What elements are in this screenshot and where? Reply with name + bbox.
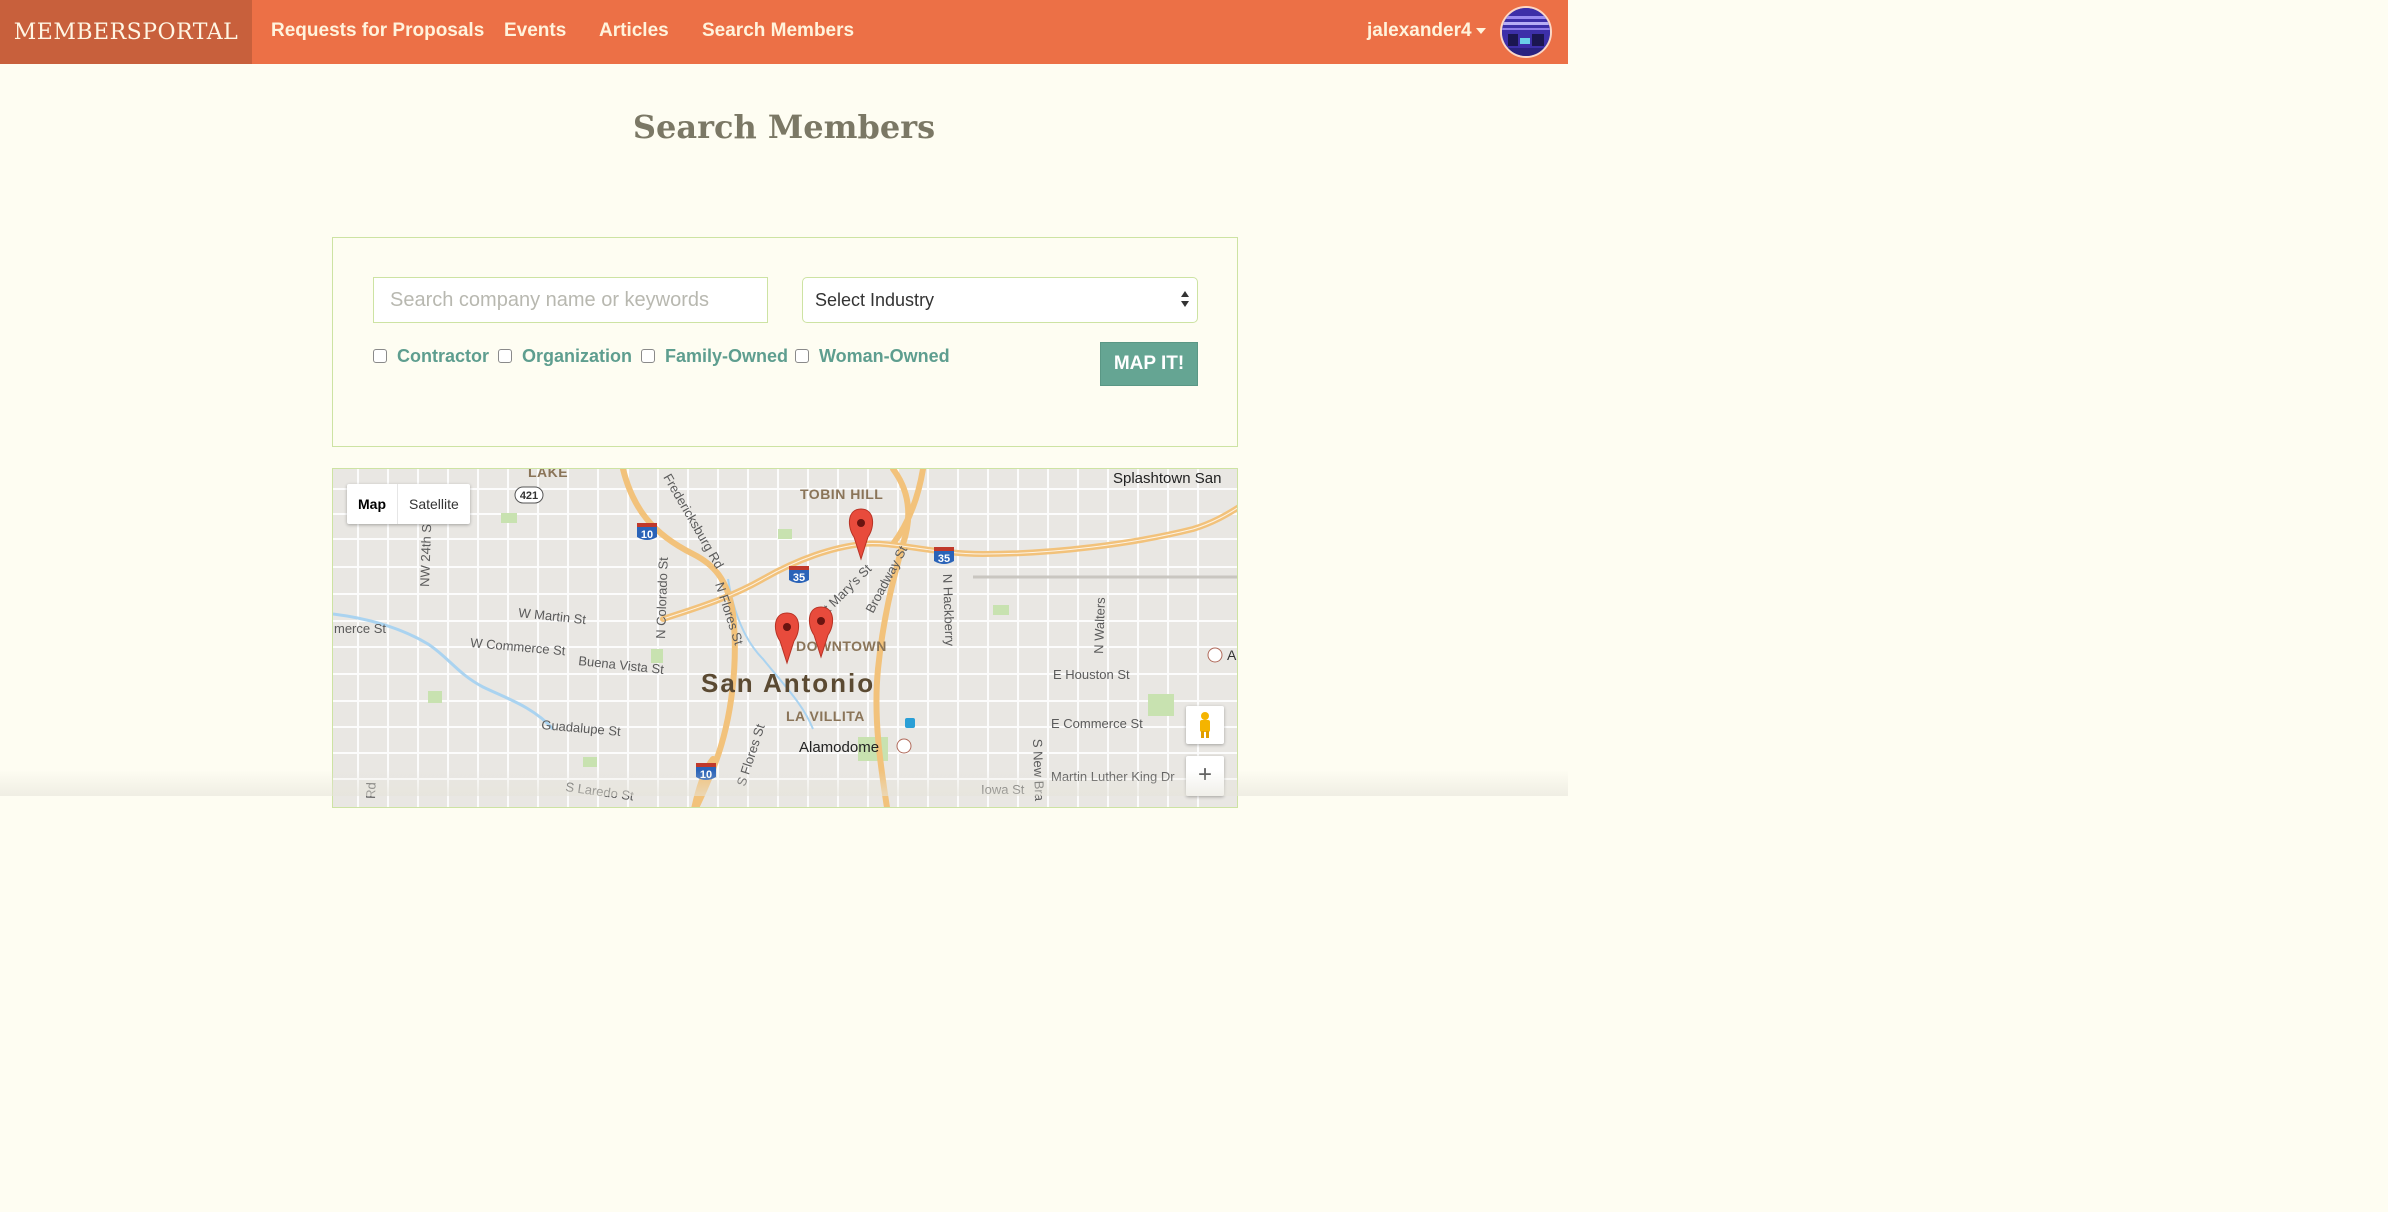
svg-text:421: 421 (520, 490, 538, 502)
street-view-pegman-icon[interactable] (1186, 706, 1224, 744)
filter-label: Woman-Owned (819, 345, 950, 366)
svg-text:N Walters: N Walters (1091, 597, 1108, 655)
nav-link-requests-for-proposals[interactable]: Requests for Proposals (271, 0, 484, 64)
svg-text:Alamodome: Alamodome (799, 739, 879, 756)
map-city-label: San Antonio (701, 668, 875, 698)
highway-shield-421: 421 (514, 486, 544, 504)
svg-text:NW 24th St: NW 24th St (417, 520, 434, 587)
svg-text:10: 10 (700, 769, 712, 781)
svg-text:E Houston St: E Houston St (1053, 667, 1130, 682)
map-it-button[interactable]: MAP IT! (1100, 342, 1198, 386)
username-label: jalexander4 (1367, 20, 1472, 41)
svg-text:merce St: merce St (334, 621, 386, 636)
select-arrows-icon (1181, 291, 1191, 311)
highway-shield-35b: 35 (934, 547, 954, 565)
svg-text:35: 35 (793, 572, 805, 584)
user-menu[interactable]: jalexander4 (1367, 0, 1486, 64)
filter-label: Family-Owned (665, 345, 789, 366)
contractor-checkbox[interactable] (373, 349, 387, 363)
svg-text:S New Bra: S New Bra (1030, 739, 1047, 802)
woman-owned-checkbox[interactable] (795, 349, 809, 363)
avatar[interactable] (1500, 6, 1552, 58)
svg-text:10: 10 (641, 529, 653, 541)
highway-shield-35: 35 (789, 566, 809, 584)
svg-text:LA VILLITA: LA VILLITA (786, 708, 865, 724)
industry-select[interactable]: Select Industry (802, 277, 1198, 323)
svg-text:A: A (1227, 647, 1237, 663)
brand-logo[interactable]: MEMBERSPORTAL (0, 0, 252, 64)
page-title: Search Members (632, 108, 936, 146)
svg-text:Iowa St: Iowa St (981, 782, 1025, 797)
map-type-map[interactable]: Map (347, 484, 398, 524)
svg-text:35: 35 (938, 553, 950, 565)
family-owned-checkbox[interactable] (641, 349, 655, 363)
map-type-satellite[interactable]: Satellite (398, 484, 470, 524)
caret-down-icon (1475, 27, 1486, 34)
highway-shield-10b: 10 (696, 763, 716, 781)
svg-text:Rd: Rd (363, 782, 379, 799)
svg-text:Splashtown San: Splashtown San (1113, 470, 1221, 487)
svg-text:LAKE: LAKE (528, 469, 568, 480)
filter-woman-owned[interactable]: Woman-Owned (795, 343, 950, 369)
svg-text:N Hackberry: N Hackberry (940, 574, 958, 647)
map-canvas[interactable]: 421 10 35 35 10 merce St W Martin St W C… (332, 468, 1238, 808)
industry-select-value: Select Industry (815, 289, 935, 310)
filter-contractor[interactable]: Contractor (373, 343, 489, 369)
svg-text:DOWNTOWN: DOWNTOWN (796, 638, 887, 654)
filter-organization[interactable]: Organization (498, 343, 632, 369)
nav-link-articles[interactable]: Articles (599, 0, 669, 64)
svg-text:TOBIN HILL: TOBIN HILL (800, 486, 883, 502)
highway-shield-10: 10 (637, 523, 657, 541)
search-panel: Select Industry Contractor Organization … (332, 237, 1238, 447)
svg-text:E Commerce St: E Commerce St (1051, 716, 1143, 731)
filter-family-owned[interactable]: Family-Owned (641, 343, 788, 369)
organization-checkbox[interactable] (498, 349, 512, 363)
avatar-image (1502, 8, 1550, 56)
filter-label: Contractor (397, 345, 490, 366)
search-input[interactable] (373, 277, 768, 323)
nav-link-search-members[interactable]: Search Members (702, 0, 854, 64)
svg-text:Martin Luther King Dr: Martin Luther King Dr (1051, 769, 1175, 784)
map-type-control: Map Satellite (347, 484, 470, 524)
svg-text:N Colorado St: N Colorado St (653, 557, 671, 640)
top-navbar: MEMBERSPORTAL Requests for Proposals Eve… (0, 0, 1568, 64)
nav-link-events[interactable]: Events (504, 0, 566, 64)
filter-label: Organization (522, 345, 633, 366)
zoom-in-button[interactable]: + (1186, 756, 1224, 796)
